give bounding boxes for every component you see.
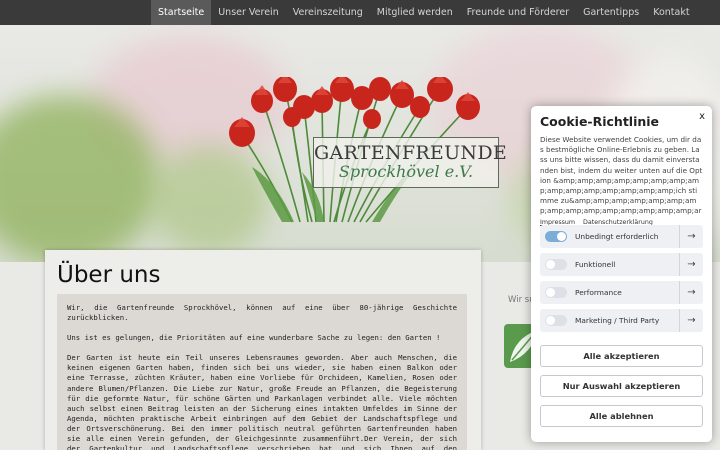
accept-selection-button[interactable]: Nur Auswahl akzeptieren [540, 375, 703, 397]
arrow-right-icon[interactable]: → [679, 281, 703, 304]
logo-subtitle: Sprockhövel e.V. [338, 162, 474, 181]
nav-item-unser-verein[interactable]: Unser Verein [211, 0, 286, 25]
cookie-option-functional: Funktionell → [540, 253, 703, 276]
option-label: Funktionell [575, 260, 616, 269]
cookie-dialog: Cookie-Richtlinie x Diese Website verwen… [531, 106, 712, 442]
nav-item-freunde-foerderer[interactable]: Freunde und Förderer [460, 0, 576, 25]
close-icon[interactable]: x [699, 111, 705, 122]
arrow-right-icon[interactable]: → [679, 225, 703, 248]
toggle-performance[interactable] [545, 287, 567, 298]
toggle-knob [546, 288, 555, 297]
toggle-functional[interactable] [545, 259, 567, 270]
about-paragraph-3: Der Garten ist heute ein Teil unseres Le… [67, 353, 457, 450]
nav-item-startseite[interactable]: Startseite [151, 0, 212, 25]
about-paragraph-2: Uns ist es gelungen, die Prioritäten auf… [67, 333, 441, 343]
option-label: Performance [575, 288, 622, 297]
cookie-title: Cookie-Richtlinie [540, 114, 660, 129]
accept-all-button[interactable]: Alle akzeptieren [540, 345, 703, 367]
option-label: Unbedingt erforderlich [575, 232, 659, 241]
toggle-knob [546, 260, 555, 269]
toggle-knob [557, 232, 566, 241]
about-paragraph-1: Wir, die Gartenfreunde Sprockhövel, könn… [67, 303, 457, 323]
main-navigation: Startseite Unser Verein Vereinszeitung M… [0, 0, 720, 25]
nav-item-vereinszeitung[interactable]: Vereinszeitung [286, 0, 370, 25]
nav-item-mitglied-werden[interactable]: Mitglied werden [370, 0, 460, 25]
nav-item-kontakt[interactable]: Kontakt [646, 0, 696, 25]
option-label: Marketing / Third Party [575, 316, 660, 325]
cookie-option-performance: Performance → [540, 281, 703, 304]
cookie-option-marketing: Marketing / Third Party → [540, 309, 703, 332]
toggle-knob [546, 316, 555, 325]
main-content: Über uns Wir, die Gartenfreunde Sprockhö… [45, 250, 481, 450]
arrow-right-icon[interactable]: → [679, 309, 703, 332]
nav-item-gartentipps[interactable]: Gartentipps [576, 0, 646, 25]
about-text: Wir, die Gartenfreunde Sprockhövel, könn… [57, 294, 467, 450]
reject-all-button[interactable]: Alle ablehnen [540, 405, 703, 427]
toggle-marketing[interactable] [545, 315, 567, 326]
cookie-description: Diese Website verwendet Cookies, um dir … [540, 135, 703, 216]
logo-title: GARTENFREUNDE [314, 142, 508, 164]
toggle-necessary[interactable] [545, 231, 567, 242]
cookie-option-necessary: Unbedingt erforderlich → [540, 225, 703, 248]
arrow-right-icon[interactable]: → [679, 253, 703, 276]
site-logo[interactable]: GARTENFREUNDE Sprockhövel e.V. [313, 137, 508, 188]
page-title: Über uns [57, 262, 161, 288]
